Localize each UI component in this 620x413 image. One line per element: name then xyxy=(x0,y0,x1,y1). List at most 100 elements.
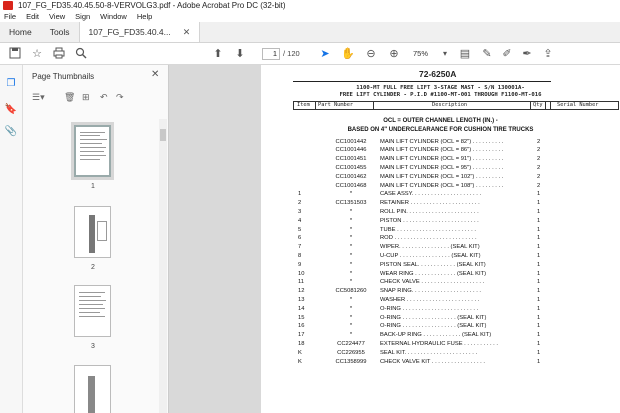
insert-page-icon[interactable]: ⊞ xyxy=(82,92,90,103)
rotate-left-icon[interactable]: ↶ xyxy=(100,92,108,103)
table-row: 14 * O-RING . . . . . . . . . . . . . . . … xyxy=(261,305,620,314)
table-row: 2 CC1351503 RETAINER . . . . . . . . . . .… xyxy=(261,199,620,208)
row-item: 3 xyxy=(298,208,302,215)
tab-document[interactable]: 107_FG_FD35.40.4... ✕ xyxy=(78,22,201,43)
menu-sign[interactable]: Sign xyxy=(75,11,90,22)
thumbnails-panel: Page Thumbnails ✕ ☰▾ 🗑 ⊞ ↶ ↷ 1 2 3 xyxy=(23,65,169,413)
row-part-number: * xyxy=(349,252,353,259)
row-qty: 1 xyxy=(537,191,541,198)
menu-help[interactable]: Help xyxy=(137,11,152,22)
tab-home[interactable]: Home xyxy=(0,22,41,42)
row-qty: 1 xyxy=(537,323,541,330)
row-part-number: * xyxy=(349,244,353,251)
row-description: WEAR RING . . . . . . . . . . . . . (SEA… xyxy=(380,270,487,277)
tab-tools[interactable]: Tools xyxy=(41,22,79,42)
thumbnail-page-3[interactable] xyxy=(74,285,111,337)
thumbnail-page-1[interactable] xyxy=(71,122,114,180)
tab-document-label: 107_FG_FD35.40.4... xyxy=(88,26,171,37)
select-cursor-icon[interactable]: ➤ xyxy=(318,47,332,61)
menu-window[interactable]: Window xyxy=(100,11,127,22)
page-thumbnails-icon[interactable]: ❐ xyxy=(4,77,18,91)
bookmark-star-icon[interactable]: ☆ xyxy=(30,47,44,61)
table-row: 17 * BACK-UP RING . . . . . . . . . . . . … xyxy=(261,331,620,340)
menu-edit[interactable]: Edit xyxy=(26,11,39,22)
page-down-icon[interactable]: ⬇ xyxy=(233,47,247,61)
zoom-in-icon[interactable]: ⊕ xyxy=(387,47,401,61)
row-item: 18 xyxy=(298,340,305,347)
row-part-number: CC1001446 xyxy=(335,147,367,154)
row-part-number: CC226955 xyxy=(337,349,365,356)
title-bar: 107_FG_FD35.40.45.50-8-VERVOLG3.pdf - Ad… xyxy=(0,0,620,11)
row-qty: 1 xyxy=(537,332,541,339)
row-part-number: * xyxy=(349,323,353,330)
row-part-number: * xyxy=(349,226,353,233)
thumbnail-options-icon[interactable]: ☰▾ xyxy=(32,92,45,103)
row-description: ROLL PIN. . . . . . . . . . . . . . . . … xyxy=(380,208,479,215)
row-part-number: CC1351503 xyxy=(335,200,367,207)
heading-line-1: 1100-MT FULL FREE LIFT 3-STAGE MAST - S/… xyxy=(356,85,525,91)
row-description: PISTON . . . . . . . . . . . . . . . . .… xyxy=(380,217,479,224)
row-item: 2 xyxy=(298,200,302,207)
page-layout-icon[interactable]: ▤ xyxy=(458,47,472,61)
page-up-icon[interactable]: ⬆ xyxy=(211,47,225,61)
row-description: O-RING . . . . . . . . . . . . . . . . .… xyxy=(380,305,479,312)
row-description: SNAP RING. . . . . . . . . . . . . . . .… xyxy=(380,288,482,295)
window-title: 107_FG_FD35.40.45.50-8-VERVOLG3.pdf - Ad… xyxy=(18,1,286,10)
table-row: 12 CC5081260 SNAP RING. . . . . . . . . . … xyxy=(261,287,620,296)
scrollbar-thumb[interactable] xyxy=(160,129,166,141)
thumbnail-scrollbar[interactable] xyxy=(159,119,167,413)
save-icon[interactable] xyxy=(8,47,22,61)
share-icon[interactable]: ⇪ xyxy=(541,47,555,61)
zoom-level[interactable]: 75% xyxy=(413,48,441,60)
row-item: 10 xyxy=(298,270,305,277)
row-qty: 2 xyxy=(537,182,541,189)
thumbnail-page-2[interactable] xyxy=(74,206,111,258)
bookmarks-icon[interactable]: 🔖 xyxy=(4,103,18,117)
menu-file[interactable]: File xyxy=(4,11,16,22)
row-item: 15 xyxy=(298,314,305,321)
row-part-number: * xyxy=(349,270,353,277)
chevron-down-icon[interactable]: ▾ xyxy=(438,47,452,61)
row-item: 8 xyxy=(298,252,302,259)
hand-tool-icon[interactable]: ✋ xyxy=(341,47,355,61)
print-icon[interactable] xyxy=(52,47,66,61)
row-item: 14 xyxy=(298,305,305,312)
rotate-right-icon[interactable]: ↷ xyxy=(116,92,124,103)
close-panel-icon[interactable]: ✕ xyxy=(151,69,159,80)
row-part-number: CC1001442 xyxy=(335,138,367,145)
attachments-icon[interactable]: 📎 xyxy=(4,125,18,139)
row-part-number: * xyxy=(349,305,353,312)
search-icon[interactable] xyxy=(74,47,88,61)
panel-title: Page Thumbnails xyxy=(32,72,95,81)
thumbnail-label: 3 xyxy=(91,343,95,350)
thumbnail-list: 1 2 3 xyxy=(23,115,159,413)
table-row: 1 * CASE ASSY. . . . . . . . . . . . . . .… xyxy=(261,190,620,199)
row-qty: 1 xyxy=(537,208,541,215)
comment-icon[interactable]: ✎ xyxy=(480,47,494,61)
close-icon[interactable]: ✕ xyxy=(183,22,191,43)
row-qty: 2 xyxy=(537,147,541,154)
toolbar: ☆ ⬆ ⬇ 1 / 120 ➤ ✋ ⊖ ⊕ 75% ▾ ▤ ✎ ✐ ✒ ⇪ xyxy=(0,43,620,65)
row-qty: 1 xyxy=(537,314,541,321)
row-qty: 1 xyxy=(537,261,541,268)
thumbnail-label: 1 xyxy=(91,183,95,190)
row-description: O-RING . . . . . . . . . . . . . . . . .… xyxy=(380,314,487,321)
delete-icon[interactable]: 🗑 xyxy=(64,92,75,103)
highlight-icon[interactable]: ✐ xyxy=(500,47,514,61)
row-description: CHECK VALVE KIT . . . . . . . . . . . . … xyxy=(380,358,486,365)
row-qty: 2 xyxy=(537,164,541,171)
row-qty: 1 xyxy=(537,200,541,207)
thumbnail-page-4[interactable] xyxy=(74,365,111,413)
page-number-input[interactable]: 1 xyxy=(262,48,280,60)
row-qty: 1 xyxy=(537,217,541,224)
table-row: K CC1358999 CHECK VALVE KIT . . . . . . . … xyxy=(261,358,620,367)
zoom-out-icon[interactable]: ⊖ xyxy=(364,47,378,61)
row-description: PISTON SEAL. . . . . . . . . . . . (SEAL… xyxy=(380,261,486,268)
row-qty: 1 xyxy=(537,305,541,312)
menu-view[interactable]: View xyxy=(49,11,65,22)
tab-bar: Home Tools 107_FG_FD35.40.4... ✕ xyxy=(0,22,620,43)
row-description: WASHER . . . . . . . . . . . . . . . . .… xyxy=(380,296,480,303)
sign-icon[interactable]: ✒ xyxy=(520,47,534,61)
row-description: MAIN LIFT CYLINDER (OCL = 91") . . . . .… xyxy=(380,156,504,163)
row-item: 1 xyxy=(298,191,302,198)
